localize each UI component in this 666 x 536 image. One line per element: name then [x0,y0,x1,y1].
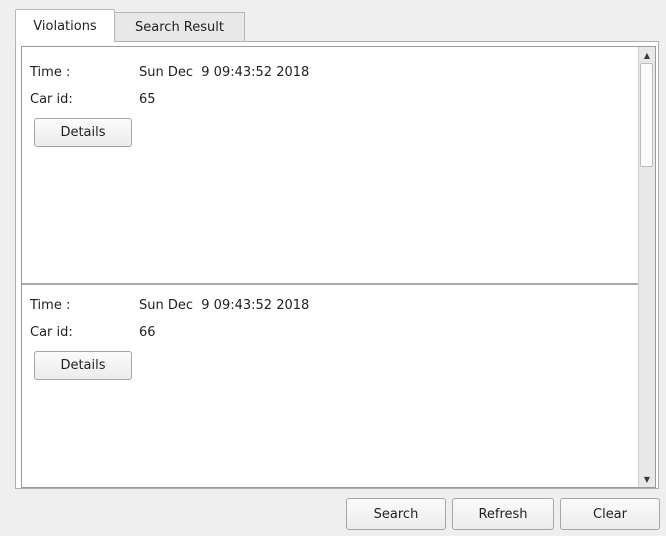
tab-violations[interactable]: Violations [15,9,115,42]
search-button[interactable]: Search [346,498,446,530]
car-id-row: Car id: 65 [30,90,156,108]
time-value: Sun Dec 9 09:43:52 2018 [139,297,310,313]
vertical-scrollbar[interactable]: ▲ ▼ [638,47,655,487]
tab-panel: Time : Sun Dec 9 09:43:52 2018 Car id: 6… [15,41,659,489]
scrollbar-thumb[interactable] [640,63,653,167]
scroll-up-arrow-icon[interactable]: ▲ [639,47,655,63]
tab-bar: Violations Search Result [15,9,245,42]
clear-button[interactable]: Clear [560,498,660,530]
time-row: Time : Sun Dec 9 09:43:52 2018 [30,63,309,81]
car-id-value: 65 [139,91,156,107]
details-button[interactable]: Details [34,118,132,147]
violations-scroll-area[interactable]: Time : Sun Dec 9 09:43:52 2018 Car id: 6… [21,46,656,488]
car-id-value: 66 [139,324,156,340]
violations-list: Time : Sun Dec 9 09:43:52 2018 Car id: 6… [22,47,638,487]
time-label: Time : [30,297,71,313]
time-value: Sun Dec 9 09:43:52 2018 [139,64,310,80]
car-id-label: Car id: [30,91,73,107]
refresh-button[interactable]: Refresh [452,498,554,530]
car-id-row: Car id: 66 [30,323,156,341]
time-label: Time : [30,64,71,80]
time-row: Time : Sun Dec 9 09:43:52 2018 [30,296,309,314]
car-id-label: Car id: [30,324,73,340]
tab-search-result[interactable]: Search Result [115,12,245,42]
violation-record: Time : Sun Dec 9 09:43:52 2018 Car id: 6… [22,285,638,487]
details-button[interactable]: Details [34,351,132,380]
violation-record: Time : Sun Dec 9 09:43:52 2018 Car id: 6… [22,47,638,285]
scroll-down-arrow-icon[interactable]: ▼ [639,471,655,487]
